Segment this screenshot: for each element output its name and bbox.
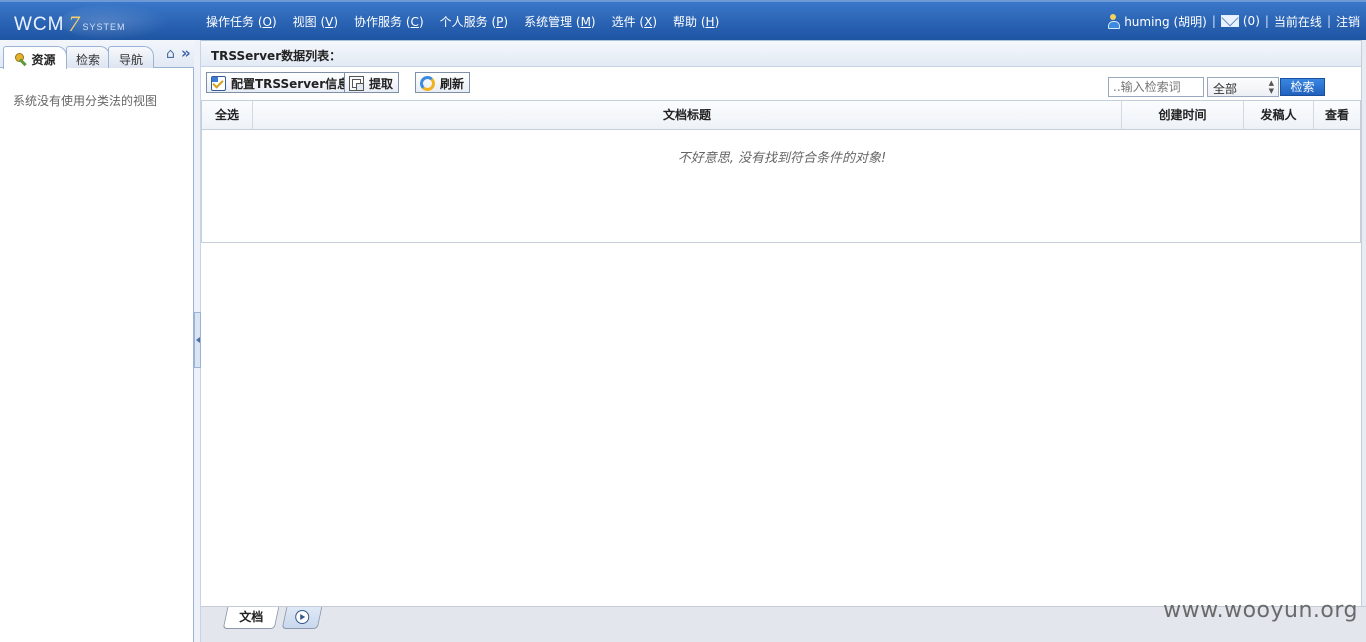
more-tabs-button[interactable]: [281, 607, 323, 629]
search-scope-select[interactable]: 全部 ▲ ▼: [1207, 77, 1279, 97]
page-title: TRSServer数据列表：: [211, 49, 342, 63]
menu-operation-tasks[interactable]: 操作任务 (O): [206, 13, 277, 30]
list-header: TRSServer数据列表：: [201, 41, 1361, 67]
tab-documents[interactable]: 文档: [222, 607, 280, 629]
logout-link[interactable]: 注销: [1336, 13, 1360, 30]
config-icon: [211, 76, 226, 91]
menu-help[interactable]: 帮助 (H): [673, 13, 719, 30]
left-tabs: 资源 检索 导航 ⌂ »: [0, 40, 194, 69]
app-logo[interactable]: WCM 7 SYSTEM: [14, 8, 126, 36]
toolbar: 配置TRSServer信息 提取 刷新 全部 ▲▼ 检索: [201, 68, 1361, 100]
tab-resources[interactable]: 资源: [3, 46, 67, 69]
menu-options[interactable]: 选件 (X): [612, 13, 657, 30]
search-button[interactable]: 检索: [1280, 78, 1325, 96]
table-header: 全选 文档标题 创建时间 发稿人 查看: [202, 101, 1360, 130]
menu-view[interactable]: 视图 (V): [293, 13, 338, 30]
refresh-icon: [420, 76, 435, 91]
online-users-link[interactable]: 当前在线: [1274, 13, 1322, 30]
spinner-arrows-icon: ▲ ▼: [1268, 79, 1274, 95]
left-panel: 资源 检索 导航 ⌂ » 系统没有使用分类法的视图: [0, 40, 194, 642]
logo-sub: SYSTEM: [82, 22, 126, 32]
empty-result-message: 不好意思, 没有找到符合条件的对象!: [677, 151, 887, 166]
tab-navigation[interactable]: 导航: [108, 46, 154, 68]
forward-icon: [295, 610, 310, 624]
key-icon: [14, 52, 28, 66]
separator: |: [1326, 14, 1331, 28]
select-all-column[interactable]: 全选: [202, 101, 253, 129]
column-created-time: 创建时间: [1122, 101, 1244, 129]
right-edge: [1361, 40, 1366, 606]
extract-button[interactable]: 提取: [344, 72, 400, 93]
home-icon[interactable]: ⌂: [166, 47, 180, 61]
configure-trsserver-button[interactable]: 配置TRSServer信息: [206, 72, 356, 93]
user-icon: [1107, 14, 1121, 29]
search-input[interactable]: [1108, 77, 1204, 97]
splitter-handle[interactable]: [194, 312, 201, 368]
separator: |: [1211, 14, 1216, 28]
column-doc-title: 文档标题: [253, 101, 1122, 129]
menu-collaboration[interactable]: 协作服务 (C): [354, 13, 424, 30]
menu-personal[interactable]: 个人服务 (P): [440, 13, 508, 30]
collapse-icon[interactable]: »: [181, 46, 191, 61]
column-author: 发稿人: [1244, 101, 1314, 129]
user-bar: huming (胡明) | (0) | 当前在线 | 注销: [1107, 2, 1360, 40]
main-content: TRSServer数据列表： 配置TRSServer信息 提取 刷新 全部 ▲▼…: [201, 40, 1361, 606]
menu-system-admin[interactable]: 系统管理 (M): [524, 13, 596, 30]
extract-icon: [349, 76, 364, 91]
main-menu: 操作任务 (O) 视图 (V) 协作服务 (C) 个人服务 (P) 系统管理 (…: [206, 2, 735, 40]
mail-icon[interactable]: [1220, 15, 1239, 27]
current-user[interactable]: huming (胡明): [1124, 13, 1207, 30]
separator: |: [1264, 14, 1269, 28]
document-table: 全选 文档标题 创建时间 发稿人 查看 不好意思, 没有找到符合条件的对象!: [201, 100, 1361, 243]
logo-version: 7: [68, 11, 80, 36]
logo-main: WCM: [14, 14, 65, 35]
no-classification-message: 系统没有使用分类法的视图: [13, 94, 158, 108]
column-view: 查看: [1324, 108, 1349, 122]
mail-count[interactable]: (0): [1243, 14, 1260, 28]
watermark: www.wooyun.org: [1163, 598, 1358, 623]
top-bar: WCM 7 SYSTEM 操作任务 (O) 视图 (V) 协作服务 (C) 个人…: [0, 0, 1366, 40]
tab-search[interactable]: 检索: [66, 46, 110, 68]
refresh-button[interactable]: 刷新: [415, 72, 471, 93]
